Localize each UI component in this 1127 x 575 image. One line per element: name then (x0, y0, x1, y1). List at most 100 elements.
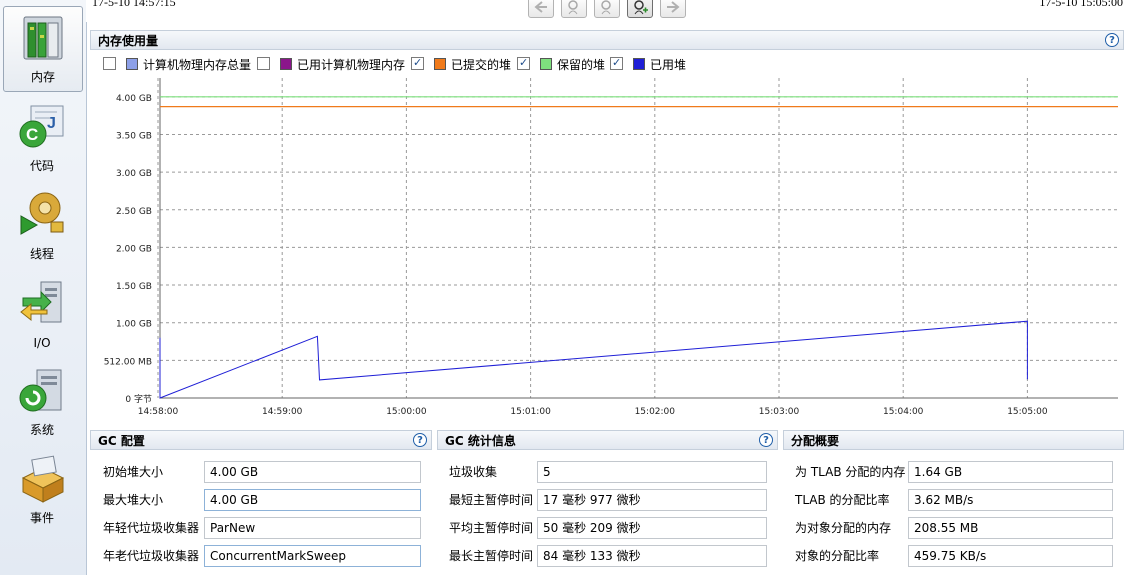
zoom-all-icon (634, 0, 648, 15)
legend-used-heap[interactable]: 已用堆 (610, 54, 687, 74)
y-tick-label: 1.50 GB (116, 282, 152, 292)
legend-swatch (126, 58, 138, 70)
x-tick-label: 14:58:00 (138, 407, 179, 417)
field-label: 初始堆大小 (103, 465, 164, 479)
zoom-in-icon (568, 0, 578, 15)
legend-physical-total[interactable]: 计算机物理内存总量 (103, 56, 251, 74)
svg-text:J: J (47, 115, 56, 132)
legend-swatch (434, 58, 446, 70)
max-heap-size-field[interactable]: 4.00 GB (204, 489, 421, 511)
zoom-out-button[interactable] (594, 0, 620, 18)
zoom-out-icon (601, 0, 611, 15)
tlab-rate-field[interactable]: 3.62 MB/s (908, 489, 1113, 511)
avg-pause-field[interactable]: 50 毫秒 209 微秒 (537, 517, 767, 539)
allocation-summary-title: 分配概要 (791, 434, 840, 448)
tlab-memory-field[interactable]: 1.64 GB (908, 461, 1113, 483)
help-icon[interactable]: ? (1105, 33, 1119, 47)
nav-item-system[interactable]: 系统 (3, 360, 81, 444)
min-pause-field[interactable]: 17 毫秒 977 微秒 (537, 489, 767, 511)
arrow-left-icon (534, 1, 547, 13)
field-label: 平均主暂停时间 (449, 521, 534, 535)
zoom-in-button[interactable] (561, 0, 587, 18)
nav-item-events[interactable]: 事件 (3, 448, 81, 532)
legend-swatch (633, 58, 645, 70)
system-icon (19, 369, 62, 412)
y-tick-label: 3.50 GB (116, 131, 152, 141)
young-gc-field[interactable]: ParNew (204, 517, 421, 539)
legend-label: 保留的堆 (557, 58, 606, 72)
legend-label: 已用计算机物理内存 (297, 58, 406, 72)
arrow-right-icon (667, 1, 680, 13)
y-tick-label: 512.00 MB (104, 357, 152, 367)
memory-icon (23, 16, 63, 60)
legend-label: 已用堆 (650, 58, 687, 72)
x-tick-label: 15:01:00 (510, 407, 551, 417)
y-tick-label: 2.50 GB (116, 207, 152, 217)
nav-label: 事件 (29, 511, 54, 525)
help-icon[interactable]: ? (759, 433, 773, 447)
field-label: 年轻代垃圾收集器 (103, 521, 200, 535)
legend-swatch (540, 58, 552, 70)
scroll-left-button[interactable] (528, 0, 554, 18)
legend-label: 已提交的堆 (451, 58, 512, 72)
help-icon[interactable]: ? (413, 433, 427, 447)
object-memory-field[interactable]: 208.55 MB (908, 517, 1113, 539)
field-label: 为 TLAB 分配的内存 (795, 465, 906, 479)
field-label: 最长主暂停时间 (449, 549, 534, 563)
max-pause-field[interactable]: 84 毫秒 133 微秒 (537, 545, 767, 567)
legend-label: 计算机物理内存总量 (143, 58, 252, 72)
timeline-start: 17-5-10 14:57:15 (92, 0, 176, 9)
field-label: 年老代垃圾收集器 (103, 549, 200, 563)
field-label: TLAB 的分配比率 (795, 493, 890, 507)
object-rate-field[interactable]: 459.75 KB/s (908, 545, 1113, 567)
svg-text:C: C (26, 125, 38, 144)
nav-label: 线程 (29, 247, 54, 261)
field-label: 垃圾收集 (449, 465, 498, 479)
field-label: 对象的分配比率 (795, 549, 880, 563)
gc-config-header: GC 配置 ? (90, 430, 432, 450)
checkbox[interactable] (517, 54, 530, 72)
gc-config-title: GC 配置 (98, 434, 145, 448)
nav-label: 内存 (30, 70, 55, 84)
y-tick-label: 1.00 GB (116, 320, 152, 330)
nav-item-io[interactable]: I/O (3, 272, 81, 356)
field-label: 最大堆大小 (103, 493, 164, 507)
zoom-all-button[interactable] (627, 0, 653, 18)
code-icon: J C (19, 105, 64, 148)
plot-area (160, 78, 1118, 398)
gc-stats-title: GC 统计信息 (445, 434, 516, 448)
field-label: 为对象分配的内存 (795, 521, 892, 535)
legend-reserved-heap[interactable]: 保留的堆 (517, 54, 606, 74)
x-tick-label: 14:59:00 (262, 407, 303, 417)
initial-heap-size-field[interactable]: 4.00 GB (204, 461, 421, 483)
checkbox[interactable] (610, 54, 623, 72)
x-tick-label: 15:05:00 (1007, 407, 1048, 417)
nav-item-threads[interactable]: 线程 (3, 184, 81, 268)
legend-committed-heap[interactable]: 已提交的堆 (411, 54, 512, 74)
memory-usage-chart: 0 字节 512.00 MB 1.00 GB 1.50 GB 2.00 GB 2.50 G… (104, 78, 1118, 417)
timeline-bar: 17-5-10 14:57:15 17-5-10 15:05:00 (86, 0, 1127, 22)
x-tick-label: 15:04:00 (883, 407, 924, 417)
nav-label: 代码 (29, 159, 54, 173)
y-tick-label: 3.00 GB (116, 169, 152, 179)
old-gc-field[interactable]: ConcurrentMarkSweep (204, 545, 421, 567)
x-tick-label: 15:00:00 (386, 407, 427, 417)
checkbox[interactable] (411, 54, 424, 72)
x-tick-label: 15:03:00 (759, 407, 800, 417)
events-icon (21, 455, 65, 503)
gc-count-field[interactable]: 5 (537, 461, 767, 483)
allocation-summary-header: 分配概要 (783, 430, 1124, 450)
nav-label: 系统 (29, 423, 54, 437)
legend-physical-used[interactable]: 已用计算机物理内存 (257, 56, 405, 74)
scroll-right-button[interactable] (660, 0, 686, 18)
field-label: 最短主暂停时间 (449, 493, 534, 507)
checkbox[interactable] (103, 57, 116, 70)
nav-item-memory[interactable]: 内存 (3, 6, 83, 92)
threads-icon (20, 192, 64, 235)
memory-usage-title: 内存使用量 (98, 34, 159, 48)
nav-item-code[interactable]: J C 代码 (3, 96, 81, 180)
nav-label: I/O (33, 336, 51, 350)
checkbox[interactable] (257, 57, 270, 70)
memory-usage-header: 内存使用量 ? (90, 30, 1124, 50)
gc-stats-header: GC 统计信息 ? (437, 430, 778, 450)
